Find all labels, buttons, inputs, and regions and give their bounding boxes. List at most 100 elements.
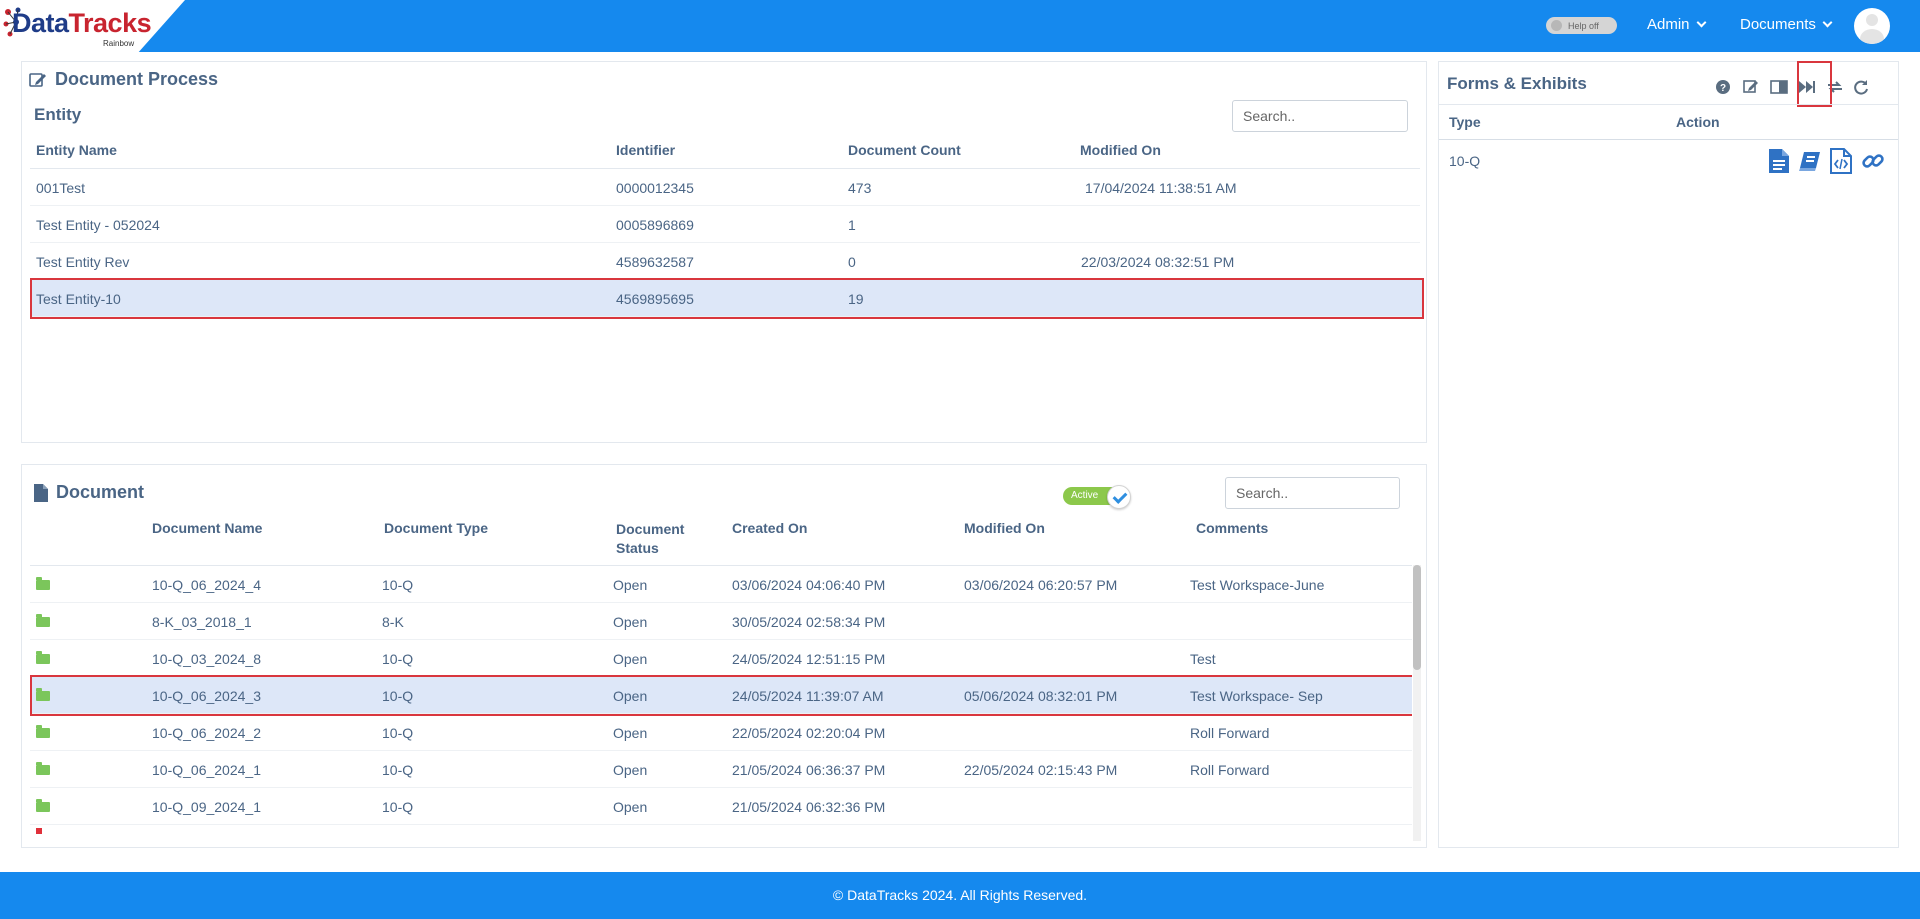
forms-exhibits-panel: Forms & Exhibits ? Type Action 10-Q	[1438, 61, 1899, 848]
entity-name-cell: Test Entity Rev	[36, 254, 130, 270]
document-type-cell: 10-Q	[382, 799, 414, 815]
document-count-cell: 1	[848, 217, 856, 233]
entity-name-cell: Test Entity - 052024	[36, 217, 160, 233]
document-count-cell: 0	[848, 254, 856, 270]
document-search-input[interactable]	[1225, 477, 1400, 509]
document-status-cell: Open	[613, 762, 648, 778]
help-toggle[interactable]: Help off	[1546, 17, 1617, 34]
chevron-down-icon	[1822, 17, 1833, 28]
logo[interactable]: DataTracks	[12, 8, 152, 39]
document-type-cell: 10-Q	[382, 651, 414, 667]
document-type-cell: 10-Q	[382, 577, 414, 593]
book-icon[interactable]	[1798, 150, 1822, 172]
comments-cell: Roll Forward	[1190, 762, 1270, 778]
logo-text-tracks: Tracks	[68, 8, 152, 38]
column-header-identifier[interactable]: Identifier	[616, 142, 675, 158]
help-toggle-label: Help off	[1568, 20, 1599, 31]
document-name-cell: 10-Q_06_2024_1	[152, 762, 261, 778]
document-type-cell: 10-Q	[382, 725, 414, 741]
column-header-created-on[interactable]: Created On	[732, 520, 807, 536]
document-title-text: Document	[56, 482, 145, 502]
document-scrollbar[interactable]	[1413, 565, 1421, 841]
forms-exhibits-title: Forms & Exhibits	[1447, 74, 1587, 93]
panel-icon[interactable]	[1769, 77, 1789, 97]
entity-name-cell: 001Test	[36, 180, 86, 196]
document-name-cell: 8-K_03_2018_1	[152, 614, 252, 630]
edit-icon[interactable]	[1741, 77, 1761, 97]
admin-menu[interactable]: Admin	[1647, 16, 1706, 33]
document-name-cell: 10-Q_06_2024_2	[152, 725, 261, 741]
document-type-cell: 8-K	[382, 614, 404, 630]
documents-menu[interactable]: Documents	[1740, 16, 1833, 33]
active-toggle[interactable]: Active	[1063, 485, 1133, 509]
table-row[interactable]: 10-Q_06_2024_1 10-Q Open 21/05/2024 06:3…	[30, 751, 1412, 788]
identifier-cell: 0005896869	[616, 217, 694, 233]
avatar[interactable]	[1854, 8, 1890, 44]
scrollbar-thumb[interactable]	[1413, 565, 1421, 670]
column-header-modified-on[interactable]: Modified On	[964, 520, 1045, 536]
table-row-selected[interactable]: Test Entity-10 4569895695 19	[30, 278, 1424, 319]
link-icon[interactable]	[1861, 149, 1885, 173]
table-row-selected[interactable]: 10-Q_06_2024_3 10-Q Open 24/05/2024 11:3…	[30, 675, 1412, 716]
document-table-body: 10-Q_06_2024_4 10-Q Open 03/06/2024 04:0…	[30, 566, 1412, 841]
table-row[interactable]: 10-Q_03_2024_8 10-Q Open 24/05/2024 12:5…	[30, 640, 1412, 677]
folder-icon	[36, 762, 50, 775]
document-status-cell: Open	[613, 799, 648, 815]
column-header-type[interactable]: Type	[1449, 114, 1481, 130]
column-header-entity-name[interactable]: Entity Name	[36, 142, 117, 158]
document-process-title: Document Process	[29, 69, 218, 90]
footer-text: © DataTracks 2024. All Rights Reserved.	[832, 887, 1088, 903]
documents-menu-label: Documents	[1740, 16, 1816, 33]
document-status-cell: Open	[613, 577, 648, 593]
created-on-cell: 03/06/2024 04:06:40 PM	[732, 577, 886, 593]
document-status-cell: Open	[613, 651, 648, 667]
document-icon[interactable]	[1768, 148, 1790, 174]
table-row[interactable]: Test Entity - 052024 0005896869 1	[30, 206, 1420, 243]
logo-text-data: Data	[12, 8, 69, 38]
document-status-cell: Open	[613, 614, 648, 630]
top-navbar: DataTracks Rainbow Help off Admin Docume…	[0, 0, 1920, 52]
folder-icon	[36, 651, 50, 664]
column-header-status-line2: Status	[616, 540, 659, 556]
code-file-icon[interactable]	[1830, 148, 1852, 174]
modified-on-cell: 22/05/2024 02:15:43 PM	[964, 762, 1118, 778]
comments-cell: Test	[1190, 651, 1216, 667]
table-row[interactable]: 10-Q_06_2024_2 10-Q Open 22/05/2024 02:2…	[30, 714, 1412, 751]
created-on-cell: 24/05/2024 11:39:07 AM	[732, 688, 884, 704]
footer: © DataTracks 2024. All Rights Reserved.	[0, 872, 1920, 919]
column-header-document-type[interactable]: Document Type	[384, 520, 488, 536]
folder-icon	[36, 688, 50, 701]
document-status-cell: Open	[613, 725, 648, 741]
document-name-cell: 10-Q_03_2024_8	[152, 651, 261, 667]
column-header-document-status[interactable]: Document Status	[616, 520, 684, 558]
identifier-cell: 4569895695	[616, 291, 694, 307]
column-header-action[interactable]: Action	[1676, 114, 1720, 130]
active-toggle-label: Active	[1071, 490, 1099, 501]
document-title: Document	[34, 482, 144, 503]
table-row[interactable]: Test Entity Rev 4589632587 0 22/03/2024 …	[30, 243, 1420, 280]
file-icon	[34, 483, 48, 502]
document-process-panel: Document Process Entity Entity Name Iden…	[21, 61, 1427, 443]
document-type-cell: 10-Q	[382, 688, 414, 704]
entity-search-input[interactable]	[1232, 100, 1408, 132]
document-name-cell: 10-Q_06_2024_4	[152, 577, 261, 593]
table-row[interactable]: 10-Q_06_2024_4 10-Q Open 03/06/2024 04:0…	[30, 566, 1412, 603]
table-row[interactable]: 8-K_03_2018_1 8-K Open 30/05/2024 02:58:…	[30, 603, 1412, 640]
column-header-document-name[interactable]: Document Name	[152, 520, 262, 536]
admin-menu-label: Admin	[1647, 16, 1690, 33]
table-row[interactable]: 10-Q_09_2024_1 10-Q Open 21/05/2024 06:3…	[30, 788, 1412, 825]
column-header-modified-on[interactable]: Modified On	[1080, 142, 1161, 158]
created-on-cell: 21/05/2024 06:36:37 PM	[732, 762, 886, 778]
table-row[interactable]: 10-Q	[1439, 140, 1898, 182]
document-name-cell: 10-Q_09_2024_1	[152, 799, 261, 815]
refresh-icon[interactable]	[1851, 77, 1871, 97]
fast-forward-highlight	[1797, 61, 1832, 107]
help-icon[interactable]: ?	[1713, 77, 1733, 97]
column-header-comments[interactable]: Comments	[1196, 520, 1268, 536]
created-on-cell: 21/05/2024 06:32:36 PM	[732, 799, 886, 815]
identifier-cell: 0000012345	[616, 180, 694, 196]
comments-cell: Test Workspace- Sep	[1190, 688, 1323, 704]
column-header-document-count[interactable]: Document Count	[848, 142, 961, 158]
table-row[interactable]: 001Test 0000012345 473 17/04/2024 11:38:…	[30, 169, 1420, 206]
identifier-cell: 4589632587	[616, 254, 694, 270]
